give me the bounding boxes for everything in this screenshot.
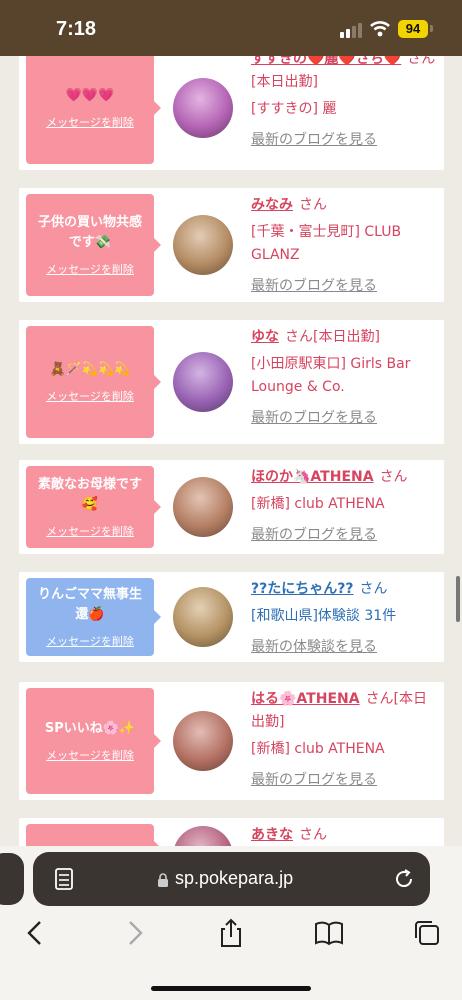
status-bar: 7:18 94 (0, 0, 462, 56)
reload-icon[interactable] (393, 868, 415, 890)
lock-icon (158, 873, 168, 887)
forward-icon[interactable] (120, 918, 150, 948)
profile-info: あきな さん (251, 824, 441, 846)
profile-name-link[interactable]: みなみ (251, 197, 293, 213)
profile-name-link[interactable]: すすきの❤️麗❤️さち❤️ (251, 56, 401, 67)
delete-message-link[interactable]: メッセージを削除 (46, 523, 134, 539)
delete-message-link[interactable]: メッセージを削除 (46, 388, 134, 404)
battery-nub (430, 25, 433, 32)
message-text: りんごママ無事生還🍎 (37, 587, 142, 622)
shop-detail: [すすきの] 麗 (251, 101, 337, 117)
message-bubble: 素敵なお母様です🥰 メッセージを削除 (26, 466, 161, 548)
profile-suffix: さん (359, 581, 388, 597)
profile-suffix: さん (299, 197, 327, 213)
delete-message-link[interactable]: メッセージを削除 (46, 261, 134, 277)
message-card: あきな さん (19, 818, 444, 846)
message-text: 🧸🪄💫💫💫 (49, 362, 131, 377)
shop-detail: [新橋] club ATHENA (251, 496, 385, 512)
message-text: 素敵なお母様です🥰 (37, 477, 142, 512)
message-card: 💗💗💗 メッセージを削除 すすきの❤️麗❤️さち❤️ さん[本日出勤] [すすきの] 麗… (19, 56, 444, 170)
shop-detail: [和歌山県]体験談 31件 (251, 608, 397, 624)
profile-info: みなみ さん [千葉・富士見町] CLUB GLANZ 最新のブログを見る (251, 194, 441, 298)
shop-detail: [小田原駅東口] Girls Bar Lounge & Co. (251, 356, 411, 395)
message-bubble: 🧸🪄💫💫💫 メッセージを削除 (26, 326, 161, 438)
message-bubble (26, 824, 161, 846)
message-bubble: SPいいね🌸✨ メッセージを削除 (26, 688, 161, 794)
tabs-icon[interactable] (412, 918, 442, 948)
profile-name-link[interactable]: ??たにちゃん?? (251, 581, 353, 597)
delete-message-link[interactable]: メッセージを削除 (46, 747, 134, 763)
profile-name-link[interactable]: あきな (251, 827, 293, 843)
profile-name-link[interactable]: ほのか🦄ATHENA (251, 469, 374, 485)
profile-info: ゆな さん[本日出勤] [小田原駅東口] Girls Bar Lounge & Co… (251, 326, 441, 430)
message-bubble: りんごママ無事生還🍎 メッセージを削除 (26, 578, 161, 656)
message-card: 子供の買い物共感です💸 メッセージを削除 みなみ さん [千葉・富士見町] CLUB G… (19, 188, 444, 302)
latest-post-link[interactable]: 最新のブログを見る (251, 275, 441, 298)
previous-tab[interactable] (0, 853, 24, 905)
message-card: SPいいね🌸✨ メッセージを削除 はる🌸ATHENA さん[本日出勤] [新橋] clu… (19, 682, 444, 800)
url-text: sp.pokepara.jp (175, 868, 294, 888)
scrollbar[interactable] (456, 576, 460, 622)
wifi-icon (370, 21, 390, 37)
delete-message-link[interactable]: メッセージを削除 (46, 633, 134, 649)
profile-suffix: さん[本日出勤] (285, 329, 380, 345)
message-text: 子供の買い物共感です💸 (37, 215, 142, 250)
browser-toolbar: sp.pokepara.jp (0, 846, 462, 1000)
latest-post-link[interactable]: 最新のブログを見る (251, 769, 441, 792)
profile-suffix: さん (379, 469, 408, 485)
shop-detail: [千葉・富士見町] CLUB GLANZ (251, 224, 402, 263)
message-card: 素敵なお母様です🥰 メッセージを削除 ほのか🦄ATHENA さん [新橋] club A… (19, 460, 444, 554)
profile-name-link[interactable]: ゆな (251, 329, 279, 345)
avatar[interactable] (173, 826, 233, 846)
profile-name-link[interactable]: はる🌸ATHENA (251, 691, 360, 707)
message-text: SPいいね🌸✨ (44, 721, 136, 736)
latest-post-link[interactable]: 最新の体験談を見る (251, 636, 441, 659)
message-bubble: 子供の買い物共感です💸 メッセージを削除 (26, 194, 161, 296)
profile-info: すすきの❤️麗❤️さち❤️ さん[本日出勤] [すすきの] 麗最新のブログを見る (251, 56, 441, 152)
latest-post-link[interactable]: 最新のブログを見る (251, 129, 441, 152)
delete-message-link[interactable]: メッセージを削除 (46, 114, 134, 130)
status-time: 7:18 (56, 18, 97, 40)
avatar[interactable] (173, 78, 233, 138)
address-bar[interactable]: sp.pokepara.jp (33, 852, 430, 906)
cellular-signal-icon (340, 22, 364, 38)
back-icon[interactable] (20, 918, 50, 948)
share-icon[interactable] (216, 918, 246, 948)
battery-level: 94 (398, 20, 428, 38)
page-menu-icon[interactable] (55, 867, 73, 891)
profile-info: ??たにちゃん?? さん [和歌山県]体験談 31件最新の体験談を見る (251, 578, 441, 659)
avatar[interactable] (173, 352, 233, 412)
avatar[interactable] (173, 587, 233, 647)
message-feed[interactable]: 💗💗💗 メッセージを削除 すすきの❤️麗❤️さち❤️ さん[本日出勤] [すすきの] 麗… (0, 56, 462, 846)
message-text: 💗💗💗 (65, 88, 115, 103)
shop-detail: [新橋] club ATHENA (251, 741, 385, 757)
avatar[interactable] (173, 711, 233, 771)
avatar[interactable] (173, 477, 233, 537)
profile-info: ほのか🦄ATHENA さん [新橋] club ATHENA 最新のブログを見る (251, 466, 441, 547)
avatar[interactable] (173, 215, 233, 275)
profile-suffix: さん (299, 827, 327, 843)
message-card: 🧸🪄💫💫💫 メッセージを削除 ゆな さん[本日出勤] [小田原駅東口] Girls Ba… (19, 320, 444, 444)
bookmarks-icon[interactable] (314, 918, 344, 948)
message-card: りんごママ無事生還🍎 メッセージを削除 ??たにちゃん?? さん [和歌山県]体験談 3… (19, 572, 444, 662)
latest-post-link[interactable]: 最新のブログを見る (251, 524, 441, 547)
home-indicator (151, 986, 311, 991)
latest-post-link[interactable]: 最新のブログを見る (251, 407, 441, 430)
message-bubble: 💗💗💗 メッセージを削除 (26, 56, 161, 164)
profile-info: はる🌸ATHENA さん[本日出勤] [新橋] club ATHENA 最新のブログを… (251, 688, 441, 792)
